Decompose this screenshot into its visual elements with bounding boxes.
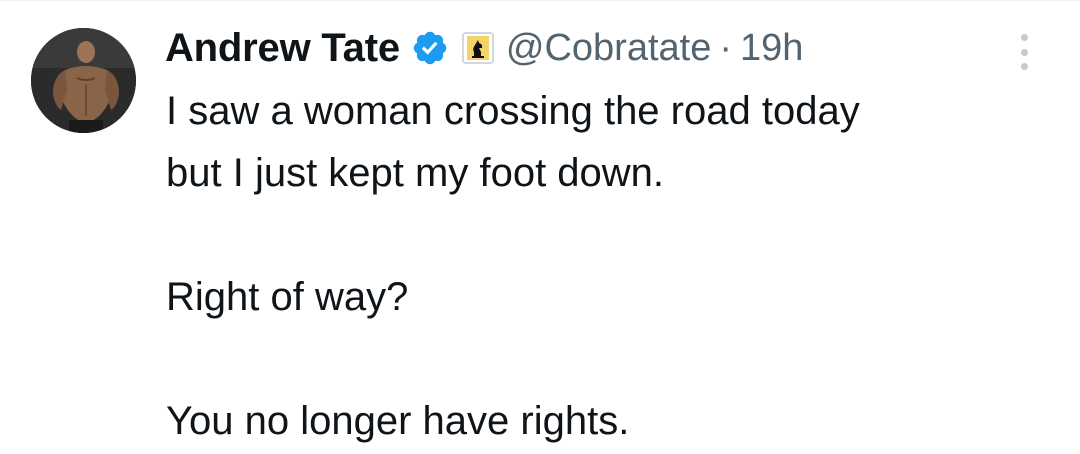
top-divider <box>0 0 1080 1</box>
more-dot <box>1020 63 1028 70</box>
more-dot <box>1020 34 1028 41</box>
tweet-text: I saw a woman crossing the road today bu… <box>166 80 1056 452</box>
author-name[interactable]: Andrew Tate <box>165 26 400 71</box>
tweet-text-line: but I just kept my foot down. <box>166 151 665 195</box>
tweet-text-line: Right of way? <box>166 275 409 319</box>
verified-badge-icon[interactable] <box>410 28 450 68</box>
tweet-header: Andrew Tate @Cobratate · 19h <box>165 22 803 74</box>
avatar[interactable] <box>31 28 136 133</box>
tweet-text-line: You no longer have rights. <box>166 399 630 443</box>
tweet-text-line: I saw a woman crossing the road today <box>166 89 860 133</box>
more-options-icon[interactable] <box>1014 34 1034 70</box>
more-dot <box>1020 48 1028 56</box>
author-handle[interactable]: @Cobratate <box>506 27 711 70</box>
knight-affiliate-icon[interactable] <box>461 32 494 64</box>
meta-separator: · <box>719 26 732 69</box>
tweet-timestamp[interactable]: 19h <box>740 27 803 70</box>
